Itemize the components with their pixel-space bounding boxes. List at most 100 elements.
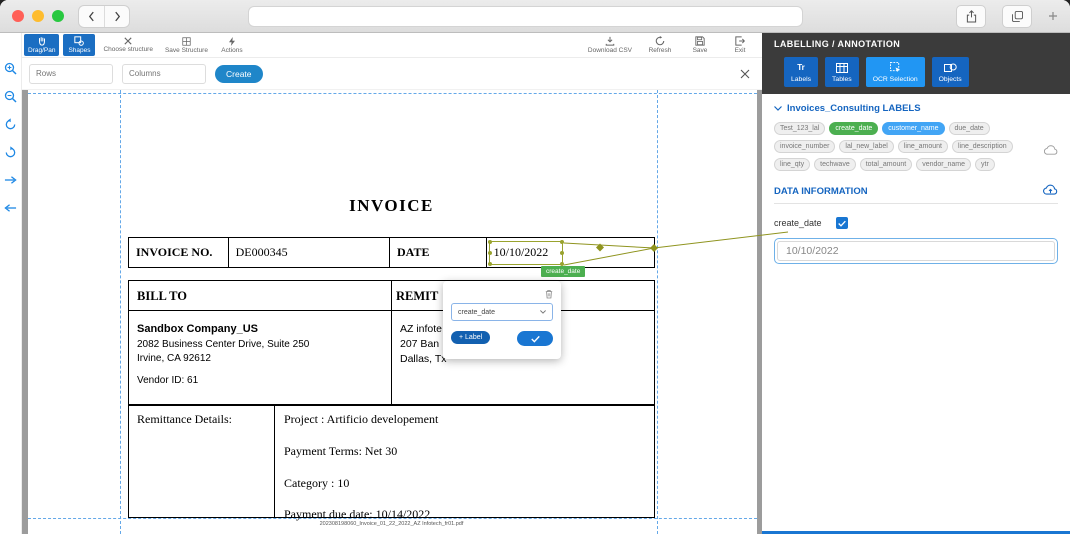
exit-label: Exit bbox=[734, 47, 746, 54]
zoom-out-button[interactable] bbox=[4, 89, 18, 103]
table-divider bbox=[129, 310, 654, 311]
structure-bar: Create bbox=[22, 58, 762, 90]
chevron-down-icon bbox=[540, 310, 546, 314]
label-chip[interactable]: techwave bbox=[814, 158, 856, 171]
zoom-in-button[interactable] bbox=[4, 61, 18, 75]
delete-annotation-button[interactable] bbox=[545, 286, 553, 304]
forward-button[interactable] bbox=[104, 5, 129, 27]
trash-icon bbox=[545, 290, 553, 299]
refresh-button[interactable]: Refresh bbox=[644, 34, 676, 56]
grid-icon bbox=[182, 36, 191, 46]
bill-to-address1: 2082 Business Center Drive, Suite 250 bbox=[137, 339, 310, 350]
label-chip[interactable]: invoice_number bbox=[774, 140, 836, 153]
rotate-ccw-button[interactable] bbox=[4, 117, 18, 131]
selection-handle[interactable] bbox=[488, 251, 492, 255]
date-selection-box[interactable] bbox=[488, 240, 564, 266]
tab-objects[interactable]: Objects bbox=[931, 57, 969, 87]
exit-button[interactable]: Exit bbox=[724, 34, 756, 56]
download-csv-button[interactable]: Download CSV bbox=[584, 34, 636, 56]
invoice-no-label-cell: INVOICE NO. bbox=[129, 238, 229, 267]
x-icon bbox=[124, 37, 132, 45]
label-chip-selected[interactable]: customer_name bbox=[882, 122, 945, 135]
label-chip[interactable]: total_amount bbox=[859, 158, 913, 171]
bill-to-company: Sandbox Company_US bbox=[137, 323, 259, 335]
address-table: BILL TO REMIT Sandbox Company_US 2082 Bu… bbox=[128, 280, 655, 405]
create-button[interactable]: Create bbox=[215, 64, 263, 83]
text-label-icon: Tr bbox=[797, 63, 805, 72]
save-structure-button[interactable]: Save Structure bbox=[161, 35, 212, 56]
label-chip[interactable]: due_date bbox=[948, 122, 990, 135]
share-icon bbox=[966, 9, 976, 23]
label-chip-list: Test_123_lal create_date customer_name d… bbox=[774, 122, 1058, 171]
shapes-label: Shapes bbox=[68, 47, 91, 54]
shapes-icon bbox=[74, 36, 85, 46]
rotate-cw-button[interactable] bbox=[4, 145, 18, 159]
close-structure-button[interactable] bbox=[740, 69, 750, 79]
window-minimize-button[interactable] bbox=[32, 10, 44, 22]
cloud-sync-button[interactable] bbox=[1043, 142, 1058, 160]
category-line: Category : 10 bbox=[284, 476, 350, 490]
cloud-icon bbox=[1043, 145, 1058, 155]
tab-labels[interactable]: Tr Labels bbox=[784, 57, 819, 87]
label-chip[interactable]: line_amount bbox=[897, 140, 948, 153]
chevron-left-icon bbox=[88, 11, 94, 21]
tab-tables[interactable]: Tables bbox=[825, 57, 859, 87]
confirm-annotation-button[interactable] bbox=[517, 331, 553, 346]
check-icon bbox=[530, 335, 540, 343]
label-chip[interactable]: ytr bbox=[975, 158, 995, 171]
bill-to-header: BILL TO bbox=[137, 289, 187, 303]
label-chip[interactable]: line_qty bbox=[774, 158, 811, 171]
pan-right-button[interactable] bbox=[4, 173, 18, 187]
selection-tag[interactable]: create_date bbox=[541, 266, 586, 277]
add-label-button[interactable]: + Label bbox=[451, 331, 491, 344]
labels-section-header[interactable]: Invoices_Consulting LABELS bbox=[774, 103, 1058, 114]
save-button[interactable]: Save bbox=[684, 34, 716, 56]
label-select[interactable]: create_date bbox=[451, 303, 553, 321]
zoom-out-icon bbox=[4, 90, 17, 103]
window-close-button[interactable] bbox=[12, 10, 24, 22]
field-row: create_date bbox=[774, 217, 1058, 229]
selection-handle[interactable] bbox=[560, 240, 564, 244]
cloud-upload-button[interactable] bbox=[1043, 184, 1058, 198]
selection-handle[interactable] bbox=[488, 240, 492, 244]
label-select-value: create_date bbox=[458, 308, 495, 316]
label-chip[interactable]: line_description bbox=[951, 140, 1013, 153]
tab-ocr-selection[interactable]: OCR Selection bbox=[865, 57, 925, 87]
field-value-input[interactable] bbox=[777, 241, 1055, 261]
exit-icon bbox=[735, 36, 745, 46]
columns-input[interactable] bbox=[122, 63, 206, 84]
remittance-table: Remittance Details: Project : Artificio … bbox=[128, 405, 655, 521]
selection-handle[interactable] bbox=[488, 262, 492, 266]
create-date-checkbox[interactable] bbox=[835, 217, 848, 229]
new-tab-button[interactable] bbox=[1048, 11, 1058, 21]
label-chip[interactable]: vendor_name bbox=[916, 158, 972, 171]
url-bar[interactable] bbox=[248, 5, 803, 27]
rows-input[interactable] bbox=[29, 63, 113, 84]
refresh-icon bbox=[655, 36, 665, 46]
labels-section-title: Invoices_Consulting LABELS bbox=[787, 103, 921, 114]
tab-labels-label: Labels bbox=[791, 75, 812, 83]
label-chip-active[interactable]: create_date bbox=[829, 122, 879, 135]
invoice-title: INVOICE bbox=[349, 196, 434, 215]
window-zoom-button[interactable] bbox=[52, 10, 64, 22]
tabs-overview-button[interactable] bbox=[1002, 4, 1032, 28]
pan-left-button[interactable] bbox=[4, 201, 18, 215]
back-button[interactable] bbox=[79, 6, 104, 27]
choose-structure-button[interactable]: Choose structure bbox=[99, 35, 157, 55]
label-chip[interactable]: lal_new_label bbox=[839, 140, 894, 153]
download-csv-label: Download CSV bbox=[587, 47, 632, 54]
share-button[interactable] bbox=[956, 4, 986, 28]
check-icon bbox=[837, 220, 846, 227]
label-chip[interactable]: Test_123_lal bbox=[774, 122, 826, 135]
document-filename: 202308198060_Invoice_01_22_2022_AZ Infot… bbox=[319, 521, 464, 527]
window-controls bbox=[12, 10, 64, 22]
lightning-icon bbox=[228, 36, 235, 46]
shapes-button[interactable]: Shapes bbox=[63, 34, 96, 56]
drag-pan-button[interactable]: Drag/Pan bbox=[24, 34, 60, 56]
choose-structure-label: Choose structure bbox=[103, 46, 153, 53]
document-canvas[interactable]: INVOICE INVOICE NO. DE000345 DATE 10/10/… bbox=[22, 90, 762, 534]
rotate-ccw-icon bbox=[5, 117, 16, 129]
save-label: Save bbox=[692, 47, 708, 54]
actions-button[interactable]: Actions bbox=[216, 35, 248, 56]
selection-handle[interactable] bbox=[560, 251, 564, 255]
